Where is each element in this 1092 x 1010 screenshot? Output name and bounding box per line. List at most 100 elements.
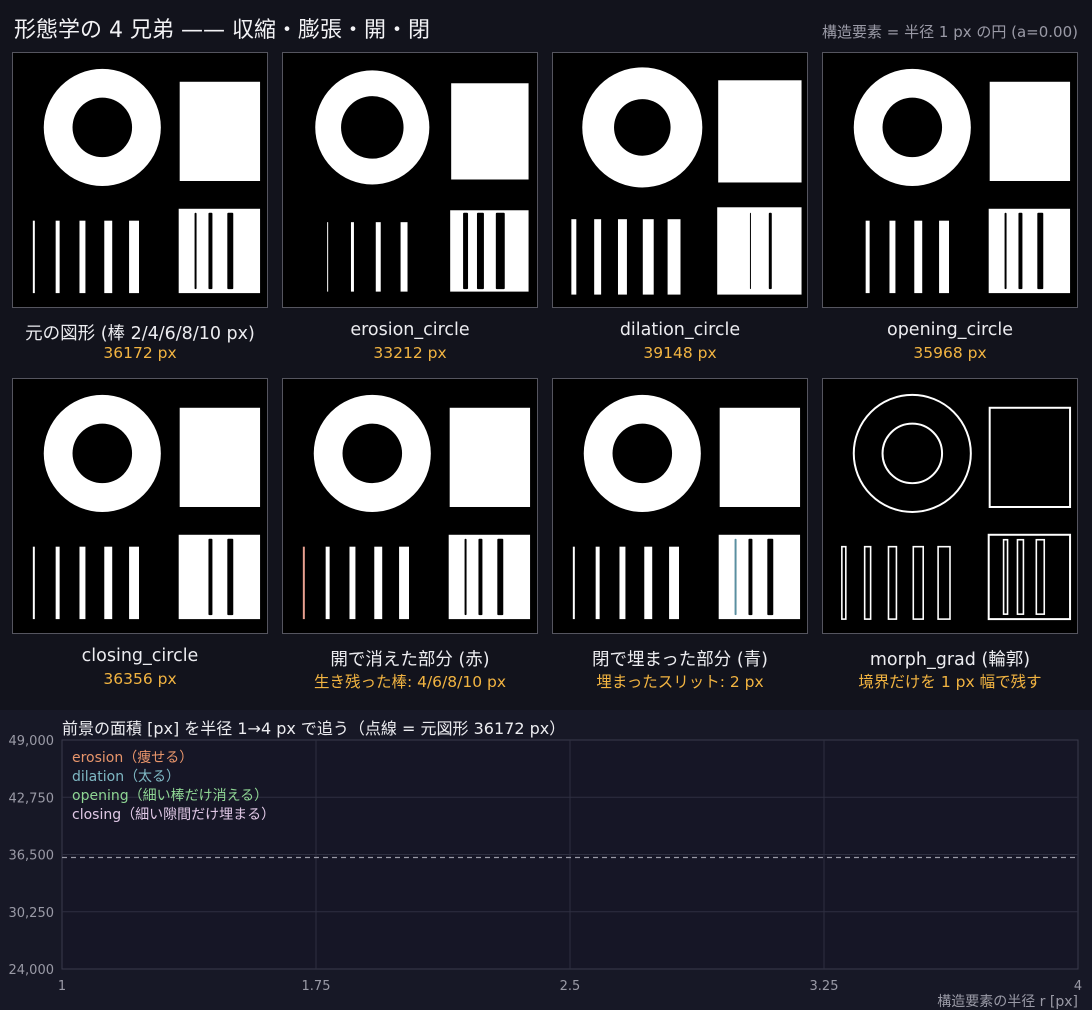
slit-edge-1	[1016, 538, 1025, 615]
bar-edge-2	[887, 545, 898, 620]
panel-image	[571, 67, 802, 295]
bar-1	[327, 222, 329, 292]
ring-hole	[342, 423, 403, 484]
chart-title: 前景の面積 [px] を半径 1→4 px で追う（点線 = 元図形 36172…	[62, 719, 565, 738]
bar-0	[302, 546, 305, 620]
slit-box	[718, 534, 801, 620]
slit-box	[450, 210, 529, 292]
bar-3	[375, 222, 381, 292]
panel-image	[32, 68, 261, 294]
panel-image	[841, 393, 1072, 621]
bar-edge-4	[937, 545, 951, 620]
bar-1	[594, 219, 602, 295]
slit-0	[734, 538, 737, 616]
ring-hole	[612, 423, 673, 484]
panel-caption-value: 33212 px	[373, 344, 447, 362]
slit-box-edge	[987, 533, 1072, 621]
bar-3	[374, 546, 383, 620]
rect-edge	[988, 406, 1072, 508]
ring-hole	[72, 97, 133, 158]
bar-4	[129, 220, 140, 294]
bar-3	[104, 220, 113, 294]
y-tick-label: 42,750	[9, 791, 55, 806]
panel-caption-value: 境界だけを 1 px 幅で残す	[858, 673, 1042, 691]
panel-caption-name: morph_grad (輪郭)	[869, 650, 1031, 670]
slit-box	[717, 207, 802, 295]
bar-4	[669, 546, 680, 620]
panel-image	[32, 394, 261, 620]
panel-caption-value: 埋まったスリット: 2 px	[596, 673, 764, 691]
ring-outer-edge	[852, 393, 972, 513]
slit-2	[768, 212, 772, 290]
panel-image	[302, 394, 531, 620]
slit-box	[178, 534, 261, 620]
y-tick-label: 30,250	[9, 906, 55, 921]
panel-image	[853, 68, 1071, 294]
legend-entry: dilation（太る）	[72, 769, 180, 785]
bar-1	[55, 220, 60, 294]
bar-4	[129, 546, 140, 620]
bar-2	[889, 220, 896, 294]
morph-panel-opening	[822, 52, 1078, 308]
rect-shape	[449, 407, 531, 507]
panel-caption-name: 開で消えた部分 (赤)	[330, 650, 490, 670]
slit-box	[178, 208, 261, 294]
morph-panel-close-diff	[552, 378, 808, 634]
panel-caption-name: erosion_circle	[350, 320, 470, 340]
bar-3	[104, 546, 113, 620]
slit-2	[1037, 212, 1044, 290]
slit-box	[988, 208, 1071, 294]
rect-shape	[179, 81, 261, 181]
rect-shape	[719, 407, 801, 507]
bar-2	[617, 219, 627, 295]
slit-1	[1018, 212, 1023, 290]
bar-edge-0	[841, 545, 847, 620]
panel-caption-name: dilation_circle	[619, 320, 741, 340]
slit-1	[208, 538, 213, 616]
slit-2	[497, 538, 504, 616]
slit-1	[478, 538, 483, 616]
morph-panel-open-diff	[282, 378, 538, 634]
panel-caption-name: 閉で埋まった部分 (青)	[591, 650, 769, 670]
bar-4	[667, 219, 681, 295]
bar-0	[571, 219, 577, 295]
x-tick-label: 4	[1074, 979, 1082, 994]
bar-1	[55, 546, 60, 620]
slit-1	[208, 212, 213, 290]
x-tick-label: 2.5	[560, 979, 581, 994]
slit-0	[1004, 212, 1007, 290]
morph-panel-dilation	[552, 52, 808, 308]
panel-caption-value: 36172 px	[103, 344, 177, 362]
legend-entry: erosion（痩せる）	[72, 749, 193, 766]
legend-entry: closing（細い隙間だけ埋まる）	[72, 807, 275, 823]
bar-1	[595, 546, 600, 620]
bar-3	[644, 546, 653, 620]
morph-panel-closing	[12, 378, 268, 634]
slit-1	[476, 212, 484, 290]
bar-1	[325, 546, 330, 620]
bar-3	[914, 220, 923, 294]
panel-caption-name: closing_circle	[81, 646, 199, 666]
bar-0	[32, 220, 35, 294]
morph-panel-erosion	[282, 52, 538, 308]
slit-0	[463, 212, 469, 290]
x-tick-label: 1	[58, 979, 66, 994]
x-tick-label: 3.25	[810, 979, 839, 994]
rect-shape	[989, 81, 1071, 181]
rect-shape	[179, 407, 261, 507]
bar-0	[572, 546, 575, 620]
ring-inner-edge	[881, 422, 944, 485]
slit-2	[227, 538, 234, 616]
y-tick-label: 49,000	[9, 734, 55, 749]
bar-4	[939, 220, 950, 294]
bar-edge-1	[863, 545, 872, 620]
panel-caption-name: 元の図形 (棒 2/4/6/8/10 px)	[25, 324, 255, 344]
slit-2	[495, 212, 505, 290]
panel-caption-value: 生き残った棒: 4/6/8/10 px	[313, 673, 507, 691]
panel-caption-value: 36356 px	[103, 670, 177, 688]
slit-0	[194, 212, 197, 290]
page-subtitle: 構造要素 = 半径 1 px の円 (a=0.00)	[822, 23, 1078, 41]
bar-0	[32, 546, 35, 620]
slit-2	[767, 538, 774, 616]
bar-4	[400, 222, 408, 292]
